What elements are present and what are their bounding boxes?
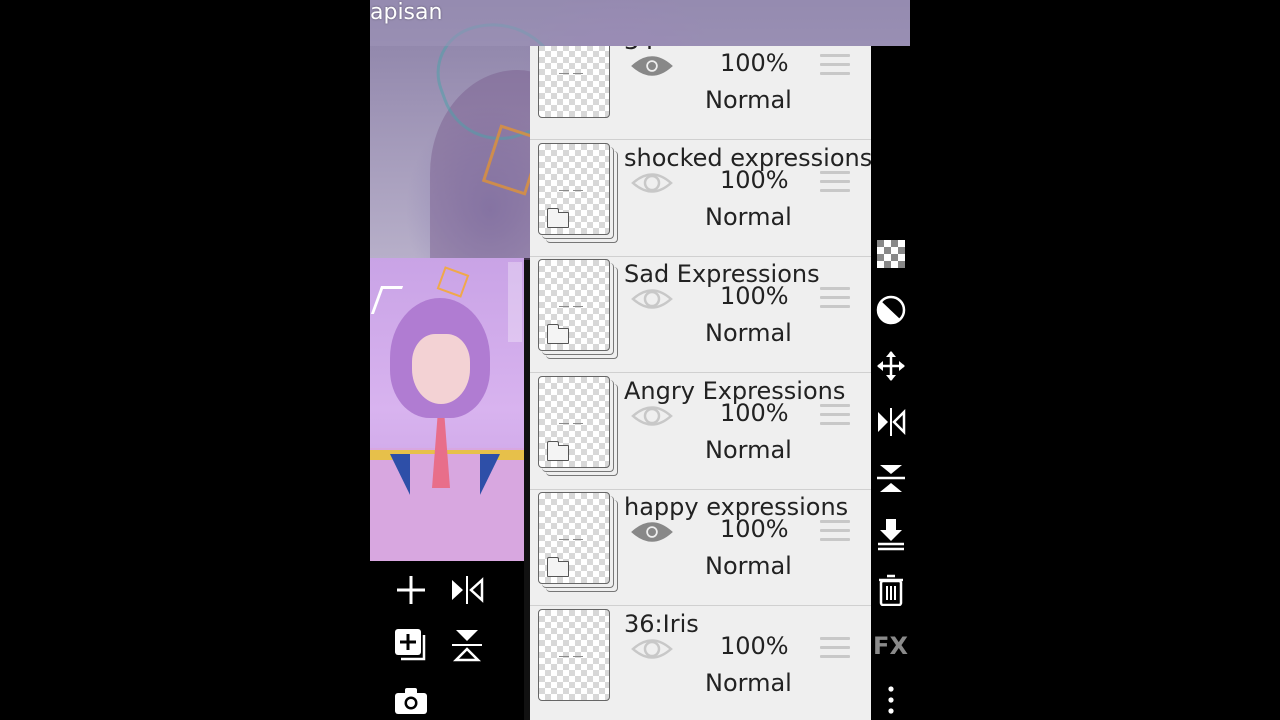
layer-thumbnail[interactable] bbox=[538, 608, 618, 705]
canvas-preview[interactable] bbox=[370, 258, 524, 561]
drag-handle-icon[interactable] bbox=[820, 636, 850, 661]
preview-watermark bbox=[508, 262, 522, 342]
eye-icon[interactable] bbox=[631, 403, 673, 429]
folder-icon bbox=[546, 557, 569, 577]
camera-icon[interactable] bbox=[391, 681, 431, 720]
thumbnail-canvas bbox=[538, 46, 610, 118]
thumbnail-sketch bbox=[559, 644, 591, 657]
drag-handle-icon[interactable] bbox=[820, 287, 850, 311]
thumbnail-canvas bbox=[538, 142, 610, 235]
flip-horizontal-icon[interactable] bbox=[871, 402, 910, 442]
app-screen: apisan 100% Normal shocked expressions 1… bbox=[370, 0, 910, 720]
eye-icon[interactable] bbox=[631, 170, 673, 196]
preview-tie bbox=[432, 418, 450, 488]
checker-icon[interactable] bbox=[871, 234, 910, 274]
layer-blend-mode[interactable]: Normal bbox=[705, 435, 792, 465]
layer-row[interactable]: Angry Expressions 100% Normal bbox=[530, 373, 871, 490]
trash-icon[interactable] bbox=[871, 570, 910, 610]
drag-handle-icon[interactable] bbox=[820, 403, 850, 428]
layer-tools-right: FX bbox=[871, 46, 910, 720]
layer-opacity[interactable]: 100% bbox=[720, 281, 789, 311]
layer-opacity[interactable]: 100% bbox=[720, 165, 789, 195]
layer-opacity[interactable]: 100% bbox=[720, 48, 789, 78]
top-bar bbox=[370, 0, 910, 46]
thumbnail-canvas bbox=[538, 608, 610, 701]
layer-opacity[interactable]: 100% bbox=[720, 514, 789, 544]
eye-icon[interactable] bbox=[631, 636, 673, 662]
eye-icon[interactable] bbox=[631, 286, 673, 312]
layer-opacity[interactable]: 100% bbox=[720, 398, 789, 428]
thumbnail-canvas bbox=[538, 492, 610, 584]
eye-icon[interactable] bbox=[631, 519, 673, 545]
folder-icon bbox=[546, 324, 569, 344]
layer-row[interactable]: Sad Expressions 100% Normal bbox=[530, 257, 871, 373]
download-icon[interactable] bbox=[871, 514, 910, 554]
thumbnail-sketch bbox=[559, 294, 591, 307]
more-icon[interactable] bbox=[871, 680, 910, 720]
preview-face bbox=[412, 334, 470, 404]
add-copy-layer-icon[interactable] bbox=[391, 625, 431, 665]
layer-row[interactable]: 34 100% Normal bbox=[530, 46, 871, 140]
layer-thumbnail[interactable] bbox=[538, 492, 618, 592]
thumbnail-sketch bbox=[559, 411, 591, 424]
preview-spark bbox=[370, 286, 404, 314]
thumbnail-canvas bbox=[538, 375, 610, 468]
layer-blend-mode[interactable]: Normal bbox=[705, 551, 792, 581]
thumbnail-sketch bbox=[559, 61, 591, 74]
layer-panel: 34 100% Normal shocked expressions 100% … bbox=[530, 46, 871, 720]
layer-tools-left bbox=[370, 561, 524, 720]
flip-horizontal-icon[interactable] bbox=[447, 570, 487, 610]
preview-star bbox=[436, 266, 470, 298]
folder-icon bbox=[546, 440, 569, 461]
layer-blend-mode[interactable]: Normal bbox=[705, 668, 792, 698]
folder-icon bbox=[546, 207, 569, 228]
layer-thumbnail[interactable] bbox=[538, 46, 618, 122]
drag-handle-icon[interactable] bbox=[820, 54, 850, 78]
layer-name: 36:Iris bbox=[624, 609, 699, 638]
add-layer-icon[interactable] bbox=[391, 570, 431, 610]
drag-handle-icon[interactable] bbox=[820, 520, 850, 544]
fx-label[interactable]: FX bbox=[871, 626, 910, 666]
drag-handle-icon[interactable] bbox=[820, 170, 850, 195]
move-icon[interactable] bbox=[871, 346, 910, 386]
layer-thumbnail[interactable] bbox=[538, 259, 618, 359]
layer-row[interactable]: happy expressions 100% Normal bbox=[530, 490, 871, 606]
layer-opacity[interactable]: 100% bbox=[720, 631, 789, 661]
merge-down-icon[interactable] bbox=[871, 458, 910, 498]
flip-vertical-icon[interactable] bbox=[447, 625, 487, 665]
thumbnail-sketch bbox=[559, 527, 591, 540]
layer-thumbnail[interactable] bbox=[538, 375, 618, 476]
layer-row[interactable]: shocked expressions 100% Normal bbox=[530, 140, 871, 257]
eye-icon[interactable] bbox=[631, 53, 673, 79]
half-circle-icon[interactable] bbox=[871, 290, 910, 330]
layer-row[interactable]: 36:Iris 100% Normal bbox=[530, 606, 871, 720]
thumbnail-sketch bbox=[559, 178, 591, 191]
thumbnail-canvas bbox=[538, 259, 610, 351]
layer-blend-mode[interactable]: Normal bbox=[705, 318, 792, 348]
app-label: apisan bbox=[370, 0, 443, 25]
layer-blend-mode[interactable]: Normal bbox=[705, 202, 792, 232]
layer-thumbnail[interactable] bbox=[538, 142, 618, 243]
layer-blend-mode[interactable]: Normal bbox=[705, 85, 792, 115]
